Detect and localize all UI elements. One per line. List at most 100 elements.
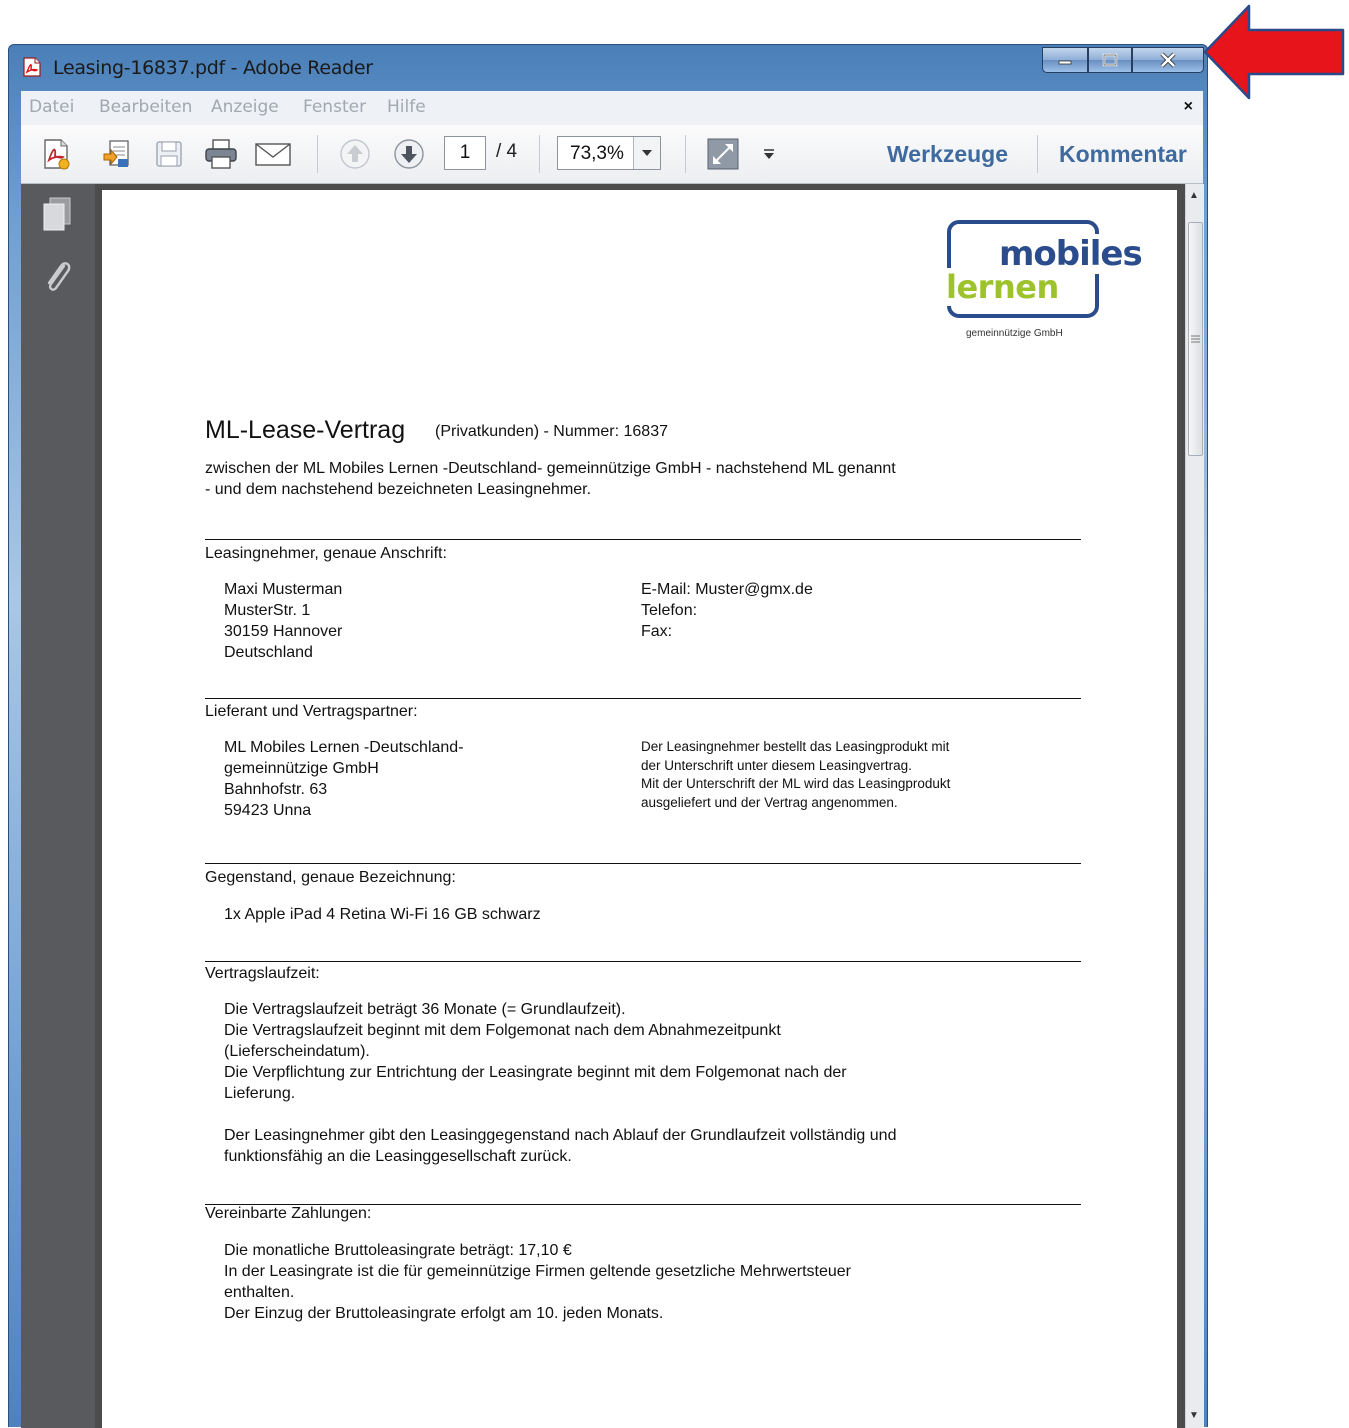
payment-line: Der Einzug der Bruttoleasingrate erfolgt… (224, 1305, 664, 1322)
comment-pane-button[interactable]: Kommentar (1059, 141, 1187, 168)
export-pdf-icon (103, 140, 129, 167)
fullscreen-button[interactable] (703, 135, 743, 173)
section-rule (205, 539, 1081, 540)
return-line: Der Leasingnehmer gibt den Leasinggegens… (224, 1127, 897, 1144)
term-line: Lieferung. (224, 1085, 296, 1102)
page-up-icon (340, 139, 370, 169)
term-line: Die Vertragslaufzeit beginnt mit dem Fol… (224, 1022, 781, 1039)
document-close-button[interactable]: × (1184, 98, 1193, 116)
email-icon (255, 143, 291, 166)
page-number-input[interactable]: 1 (444, 136, 486, 170)
note-line: der Unterschrift unter diesem Leasingver… (641, 757, 912, 773)
menu-hilfe[interactable]: Hilfe (387, 97, 426, 117)
page-total-label: / 4 (496, 141, 518, 162)
tools-pane-button[interactable]: Werkzeuge (887, 141, 1008, 168)
lessee-address: Maxi Musterman MusterStr. 1 30159 Hannov… (224, 579, 342, 663)
toolbar: 1 / 4 73,3% Werkzeuge Kommentar (21, 125, 1203, 184)
section-rule (205, 863, 1081, 864)
address-line: 30159 Hannover (224, 623, 343, 640)
lessee-section-title: Leasingnehmer, genaue Anschrift: (205, 545, 447, 562)
navigation-pane (21, 184, 95, 1428)
term-line: Die Verpflichtung zur Entrichtung der Le… (224, 1064, 847, 1081)
title-bar[interactable]: Leasing-16837.pdf - Adobe Reader (9, 45, 1207, 89)
contact-line: Telefon: (641, 602, 698, 619)
reader-window: Leasing-16837.pdf - Adobe Reader Datei B… (8, 44, 1208, 1428)
create-pdf-icon (44, 139, 70, 170)
intro-text: zwischen der ML Mobiles Lernen -Deutschl… (205, 458, 896, 500)
document-title: ML-Lease-Vertrag (205, 416, 406, 444)
adobe-reader-icon (23, 57, 41, 77)
toolbar-separator (539, 135, 540, 173)
export-pdf-button[interactable] (97, 135, 137, 173)
logo-text-lernen: lernen (944, 268, 1061, 306)
logo-subtitle: gemeinnützige GmbH (966, 328, 1063, 339)
scroll-up-arrow-icon[interactable]: ▲ (1189, 190, 1199, 201)
email-button[interactable] (253, 135, 293, 173)
scroll-down-arrow-icon[interactable]: ▼ (1189, 1410, 1199, 1421)
toolbar-separator (1037, 135, 1038, 173)
term-line: Die Vertragslaufzeit beträgt 36 Monate (… (224, 1001, 626, 1018)
return-text: Der Leasingnehmer gibt den Leasinggegens… (224, 1125, 896, 1167)
create-pdf-button[interactable] (37, 135, 77, 173)
return-line: funktionsfähig an die Leasinggesellschaf… (224, 1148, 572, 1165)
next-page-button[interactable] (389, 135, 429, 173)
menu-fenster[interactable]: Fenster (303, 97, 366, 117)
supplier-address: ML Mobiles Lernen -Deutschland- gemeinnü… (224, 737, 464, 821)
zoom-dropdown-button[interactable] (633, 137, 660, 169)
vertical-scrollbar[interactable]: ▲ ▼ (1185, 184, 1204, 1428)
toolbar-options-button[interactable] (757, 135, 781, 173)
print-button[interactable] (201, 135, 241, 173)
payment-line: Die monatliche Bruttoleasingrate beträgt… (224, 1242, 572, 1259)
minimize-button[interactable] (1042, 47, 1088, 73)
note-line: Der Leasingnehmer bestellt das Leasingpr… (641, 739, 950, 754)
paperclip-icon (47, 262, 71, 291)
page-down-icon (394, 139, 424, 169)
pages-icon (43, 197, 71, 231)
payment-line: enthalten. (224, 1284, 295, 1301)
maximize-button[interactable] (1088, 47, 1132, 73)
close-button[interactable] (1132, 47, 1204, 73)
note-line: ausgeliefert und der Vertrag angenommen. (641, 794, 898, 810)
address-line: MusterStr. 1 (224, 602, 311, 619)
grip-icon (1191, 335, 1200, 343)
chevron-down-icon (642, 150, 652, 156)
document-subtitle: (Privatkunden) - Nummer: 16837 (435, 423, 668, 440)
contact-line: Fax: (641, 623, 673, 640)
item-section-title: Gegenstand, genaue Bezeichnung: (205, 869, 456, 886)
note-line: Mit der Unterschrift der ML wird das Lea… (641, 776, 951, 791)
supplier-section-title: Lieferant und Vertragspartner: (205, 703, 418, 720)
red-arrow-icon (1203, 4, 1345, 100)
attachments-button[interactable] (37, 256, 77, 296)
document-viewport[interactable]: mobiles lernen gemeinnützige GmbH ML-Lea… (95, 184, 1185, 1428)
menu-bearbeiten[interactable]: Bearbeiten (99, 97, 192, 117)
zoom-select[interactable]: 73,3% (557, 136, 661, 170)
section-rule (205, 698, 1081, 699)
payments-section-title: Vereinbarte Zahlungen: (205, 1205, 372, 1222)
contact-line: E-Mail: Muster@gmx.de (641, 581, 813, 598)
section-rule (205, 961, 1081, 962)
address-line: Maxi Musterman (224, 581, 343, 598)
menu-anzeige[interactable]: Anzeige (211, 97, 279, 117)
lessee-contact: E-Mail: Muster@gmx.de Telefon: Fax: (641, 579, 813, 642)
page-thumbnails-button[interactable] (37, 194, 77, 234)
save-icon (156, 141, 182, 167)
payments-text: Die monatliche Bruttoleasingrate beträgt… (224, 1240, 851, 1324)
address-line: 59423 Unna (224, 802, 312, 819)
item-description: 1x Apple iPad 4 Retina Wi-Fi 16 GB schwa… (224, 906, 541, 923)
toolbar-separator (317, 135, 318, 173)
supplier-note: Der Leasingnehmer bestellt das Leasingpr… (641, 738, 950, 812)
fullscreen-icon (707, 138, 739, 170)
payment-line: In der Leasingrate ist die für gemeinnüt… (224, 1263, 851, 1280)
address-line: gemeinnützige GmbH (224, 760, 379, 777)
close-icon (1160, 52, 1176, 68)
menu-datei[interactable]: Datei (29, 97, 74, 117)
previous-page-button[interactable] (335, 135, 375, 173)
print-icon (205, 139, 237, 169)
term-text: Die Vertragslaufzeit beträgt 36 Monate (… (224, 999, 847, 1104)
save-button[interactable] (149, 135, 189, 173)
window-title: Leasing-16837.pdf - Adobe Reader (53, 57, 373, 79)
scrollbar-thumb[interactable] (1188, 222, 1203, 456)
pdf-page: mobiles lernen gemeinnützige GmbH ML-Lea… (102, 190, 1177, 1428)
address-line: ML Mobiles Lernen -Deutschland- (224, 739, 464, 756)
zoom-value: 73,3% (570, 143, 624, 164)
